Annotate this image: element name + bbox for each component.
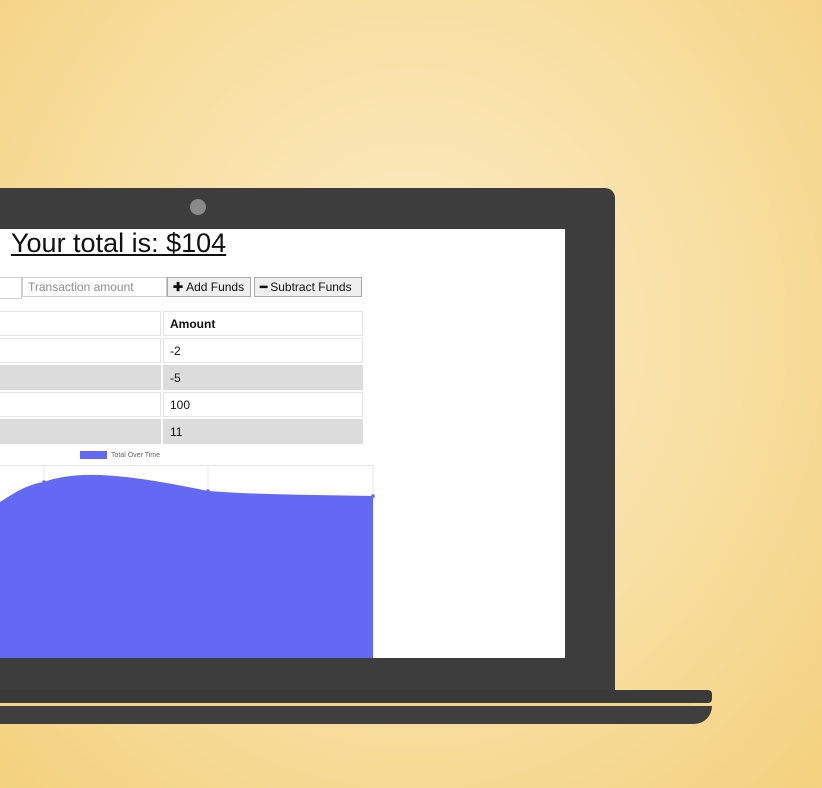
row-amount: -5 — [163, 365, 363, 390]
transactions-table: Amount -2 -5 100 11 — [0, 309, 365, 446]
subtract-funds-button[interactable]: ━ Subtract Funds — [254, 277, 362, 297]
chart-legend: Total Over Time — [80, 451, 160, 459]
row-amount: -2 — [163, 338, 363, 363]
add-funds-label: Add Funds — [186, 280, 245, 294]
table-row: 100 — [0, 392, 363, 417]
plus-icon: ✚ — [173, 280, 184, 294]
legend-swatch — [80, 451, 107, 459]
row-amount: 100 — [163, 392, 363, 417]
table-row: 11 — [0, 419, 363, 444]
row-name — [0, 419, 161, 444]
legend-label: Total Over Time — [111, 451, 161, 459]
table-header-row: Amount — [0, 311, 363, 336]
app-screen: Your total is: $104 ✚ Add Funds ━ Subtra… — [0, 229, 565, 658]
row-name — [0, 365, 161, 390]
header-amount: Amount — [163, 311, 363, 336]
header-name — [0, 311, 161, 336]
row-name — [0, 392, 161, 417]
camera-icon — [190, 199, 206, 215]
laptop-base — [0, 690, 712, 703]
total-over-time-chart — [0, 465, 375, 658]
laptop-foot — [0, 706, 712, 724]
data-point — [371, 494, 375, 498]
page-title: Your total is: $104 — [11, 229, 227, 258]
subtract-funds-label: Subtract Funds — [270, 280, 352, 294]
row-amount: 11 — [163, 419, 363, 444]
add-funds-button[interactable]: ✚ Add Funds — [167, 277, 251, 297]
minus-icon: ━ — [260, 280, 268, 294]
transaction-amount-input[interactable] — [22, 277, 167, 297]
table-row: -2 — [0, 338, 363, 363]
row-name — [0, 338, 161, 363]
data-point — [42, 480, 46, 484]
data-point — [206, 489, 210, 493]
area-series-total — [0, 474, 373, 658]
transaction-name-input[interactable] — [0, 277, 22, 299]
table-row: -5 — [0, 365, 363, 390]
